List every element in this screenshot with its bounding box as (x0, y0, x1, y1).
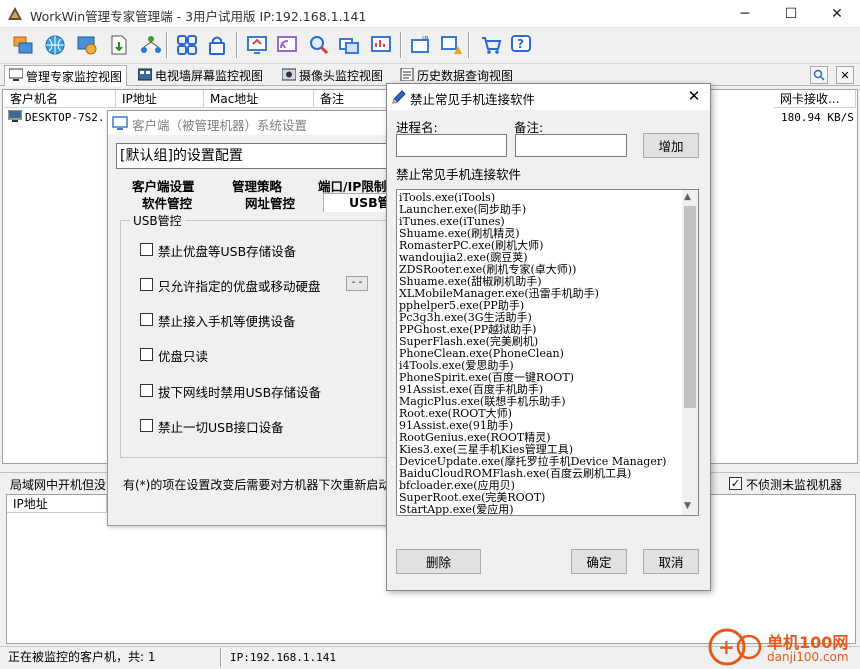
settings-monitor-icon[interactable] (74, 32, 100, 58)
window-title: WorkWin管理专家管理端 - 3用户试用版 IP:192.168.1.141 (30, 9, 367, 24)
process-name-input[interactable] (396, 134, 507, 157)
tab-software-control[interactable]: 软件管控 (142, 195, 192, 212)
usb-option-label: 只允许指定的优盘或移动硬盘 (158, 279, 321, 294)
usb-option-label: 禁止一切USB接口设备 (158, 420, 284, 435)
lock-icon[interactable] (204, 32, 230, 58)
tab-management-policy[interactable]: 管理策略 (232, 178, 282, 195)
no-detect-label: 不侦测未监视机器 (746, 478, 843, 492)
status-monitored: 正在被监控的客户机，共: 1 (8, 650, 156, 664)
svg-text:IP: IP (422, 35, 428, 43)
config-group-label: [默认组]的设置配置 (116, 143, 397, 169)
usb-option-label: 禁止优盘等USB存储设备 (158, 244, 297, 259)
remote-desktop-icon[interactable] (244, 32, 270, 58)
delete-button[interactable]: 删除 (396, 549, 481, 574)
restart-notice: 有(*)的项在设置改变后需要对方机器下次重新启动 (123, 478, 391, 492)
choose-usb-button[interactable]: - - (346, 276, 368, 291)
status-divider (220, 648, 222, 667)
usb-option-checkbox[interactable] (140, 384, 153, 397)
cart-icon[interactable] (478, 32, 504, 58)
ok-button[interactable]: 确定 (571, 549, 627, 574)
toolbar-separator (468, 32, 470, 58)
column-header-client-name[interactable]: 客户机名 (4, 90, 116, 108)
group-icon[interactable] (174, 32, 200, 58)
scrollbar-thumb[interactable] (684, 206, 696, 408)
scroll-up-icon[interactable]: ▲ (684, 192, 691, 202)
history-icon (400, 67, 414, 84)
column-header-ip-lower[interactable]: IP地址 (7, 495, 107, 513)
usb-group-title: USB管控 (130, 212, 185, 229)
tab-client-settings[interactable]: 客户端设置 (132, 178, 195, 195)
column-header-remark[interactable]: 备注 (314, 90, 388, 108)
tab-label: 摄像头监控视图 (299, 69, 384, 83)
site-watermark: + 单机100网 danji100.com (705, 625, 860, 669)
software-list-item[interactable]: StartApp.exe(爱应用) (398, 504, 683, 516)
software-list[interactable]: iTools.exe(iTools) Launcher.exe(同步助手) iTun… (396, 189, 699, 516)
tab-camera-view[interactable]: 摄像头监控视图 (278, 65, 387, 86)
no-detect-checkbox[interactable]: ✓ (729, 477, 742, 490)
alert-monitor-icon[interactable] (438, 32, 464, 58)
usb-option-label: 优盘只读 (158, 349, 209, 364)
help-icon[interactable]: ? (508, 32, 534, 58)
maximize-button[interactable]: ☐ (768, 0, 814, 28)
multi-window-icon[interactable] (10, 32, 36, 58)
globe-icon[interactable] (42, 32, 68, 58)
usb-option-label: 禁止接入手机等便携设备 (158, 314, 296, 329)
network-users-icon[interactable] (138, 32, 164, 58)
tab-label: 历史数据查询视图 (417, 69, 514, 83)
dialog-title: 禁止常见手机连接软件 (410, 92, 536, 107)
close-window-button[interactable]: ✕ (814, 0, 860, 28)
table-row[interactable]: DESKTOP-7S2... (25, 110, 118, 126)
tab-tv-wall[interactable]: 电视墙屏幕监控视图 (134, 65, 267, 86)
search-process-icon[interactable] (306, 32, 332, 58)
usb-option-checkbox[interactable] (140, 243, 153, 256)
usb-option-label: 拔下网线时禁用USB存储设备 (158, 385, 322, 400)
search-icon[interactable] (810, 66, 828, 84)
tab-url-control[interactable]: 网址管控 (245, 195, 295, 212)
nic-recv-value: 180.94 KB/S (781, 111, 854, 124)
dialog-close-button[interactable]: ✕ (682, 85, 706, 107)
monitor-view-icon (8, 68, 24, 84)
toolbar-separator (166, 32, 168, 58)
usb-option-checkbox[interactable] (140, 313, 153, 326)
tab-label: 电视墙屏幕监控视图 (155, 69, 264, 83)
svg-text:?: ? (517, 37, 524, 51)
camera-icon (281, 68, 297, 84)
software-list-label: 禁止常见手机连接软件 (396, 167, 522, 182)
broadcast-icon[interactable] (274, 32, 300, 58)
ip-config-icon[interactable]: IP (408, 32, 434, 58)
close-view-icon[interactable]: ✕ (836, 66, 854, 84)
client-name: DESKTOP-7S2... (25, 111, 118, 124)
toolbar-separator (400, 32, 402, 58)
usb-option-checkbox[interactable] (140, 278, 153, 291)
pencil-icon (391, 89, 407, 105)
tv-wall-icon (137, 68, 153, 84)
svg-text:+: + (718, 635, 735, 659)
cancel-button[interactable]: 取消 (643, 549, 699, 574)
lower-panel-label: 局域网中开机但没 (10, 478, 107, 492)
column-header-ip[interactable]: IP地址 (116, 90, 204, 108)
add-button[interactable]: 增加 (643, 133, 699, 158)
column-header-mac[interactable]: Mac地址 (204, 90, 314, 108)
column-header-nic-recv[interactable]: 网卡接收... (774, 90, 856, 108)
client-window-icon (112, 115, 128, 131)
computer-icon (7, 109, 23, 123)
app-logo-icon (6, 5, 24, 23)
toolbar-separator (236, 32, 238, 58)
statistics-icon[interactable] (368, 32, 394, 58)
remark-input[interactable] (515, 134, 627, 157)
client-window-title: 客户端（被管理机器）系统设置 (132, 118, 308, 133)
usb-option-checkbox[interactable] (140, 348, 153, 361)
file-transfer-icon[interactable] (106, 32, 132, 58)
scroll-down-icon[interactable]: ▼ (684, 501, 691, 511)
watermark-url: danji100.com (767, 650, 849, 664)
screenshot-icon[interactable] (336, 32, 362, 58)
minimize-button[interactable]: ─ (722, 0, 768, 28)
tab-monitor-view[interactable]: 管理专家监控视图 (4, 65, 128, 86)
usb-option-checkbox[interactable] (140, 419, 153, 432)
software-items: iTools.exe(iTools) Launcher.exe(同步助手) iTun… (398, 192, 683, 516)
tab-label: 管理专家监控视图 (26, 69, 123, 84)
status-ip: IP:192.168.1.141 (230, 651, 336, 664)
